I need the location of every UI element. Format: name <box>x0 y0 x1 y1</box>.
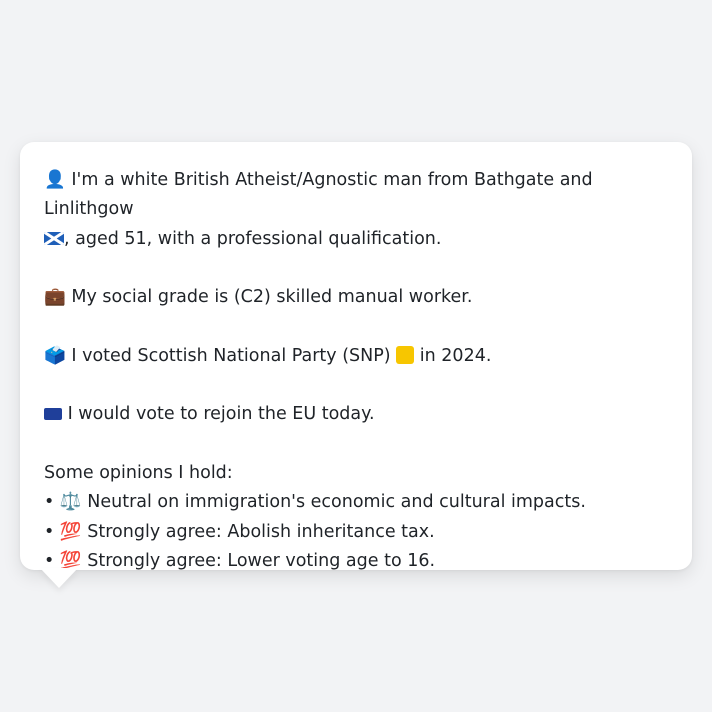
person-icon: 👤 <box>44 170 66 190</box>
vote-year-text: in 2024. <box>419 345 492 366</box>
opinion-item: • 💯 Strongly agree: Abolish inheritance … <box>44 518 668 547</box>
opinion-item: • 💯 Strongly agree: Lower voting age to … <box>44 547 668 576</box>
vote-line: 🗳️ I voted Scottish National Party (SNP)… <box>44 342 668 371</box>
eu-text: I would vote to rejoin the EU today. <box>67 404 375 425</box>
vote-text: I voted Scottish National Party (SNP) <box>71 345 391 366</box>
intro-text: I'm a white British Atheist/Agnostic man… <box>44 170 593 220</box>
intro-tail-text: , aged 51, with a professional qualifica… <box>64 228 442 249</box>
party-color-square-icon <box>396 345 415 364</box>
grade-line: 💼 My social grade is (C2) skilled manual… <box>44 283 668 312</box>
bubble-tail <box>40 568 78 588</box>
scotland-flag-icon <box>44 231 64 245</box>
opinion-text: Neutral on immigration's economic and cu… <box>87 492 586 513</box>
briefcase-icon: 💼 <box>44 287 66 308</box>
grade-text: My social grade is (C2) skilled manual w… <box>71 287 473 308</box>
bullet: • <box>44 492 55 513</box>
eu-flag-icon <box>44 408 62 421</box>
bullet: • <box>44 521 55 542</box>
eu-line: I would vote to rejoin the EU today. <box>44 400 668 429</box>
opinion-item: • ⚖️ Neutral on immigration's economic a… <box>44 488 668 517</box>
scales-icon: ⚖️ <box>59 492 82 513</box>
ballot-box-icon: 🗳️ <box>44 345 66 366</box>
opinions-heading: Some opinions I hold: <box>44 462 233 483</box>
opinion-text: Strongly agree: Abolish inheritance tax. <box>87 521 435 542</box>
hundred-points-icon: 💯 <box>59 521 82 542</box>
intro-line: 👤 I'm a white British Atheist/Agnostic m… <box>44 166 668 254</box>
opinion-text: Strongly agree: Lower voting age to 16. <box>87 550 436 571</box>
persona-card: 👤 I'm a white British Atheist/Agnostic m… <box>20 142 692 571</box>
